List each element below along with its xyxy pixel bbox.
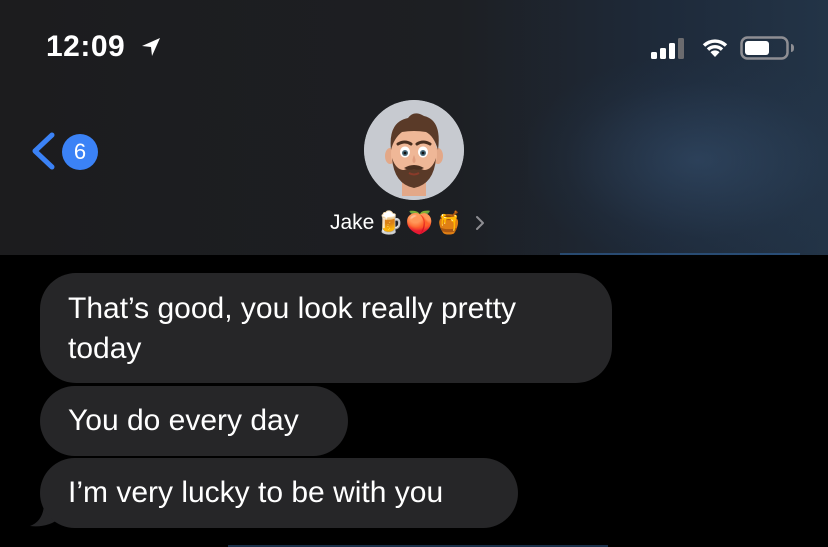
- contact-name: Jake: [330, 211, 375, 234]
- chevron-right-icon: [475, 216, 484, 230]
- chevron-left-icon: [32, 132, 55, 170]
- messages-screen: 12:09 6 Jake 🍺 🍑 🍯 That’s good, you look…: [0, 0, 828, 547]
- cellular-signal-icon: [651, 38, 684, 59]
- conversation-header: 12:09 6 Jake 🍺 🍑 🍯: [0, 0, 828, 260]
- message-text: That’s good, you look really pretty toda…: [68, 292, 517, 365]
- beer-emoji: 🍺: [376, 210, 404, 235]
- memoji-avatar-image: [364, 100, 464, 200]
- header-divider: [560, 253, 800, 255]
- location-arrow-icon: [142, 38, 160, 56]
- honey-pot-emoji: 🍯: [435, 210, 463, 235]
- message-bubble-received[interactable]: You do every day: [40, 386, 348, 456]
- message-text: You do every day: [68, 404, 299, 437]
- wifi-icon: [702, 39, 728, 57]
- contact-name-row[interactable]: Jake 🍺 🍑 🍯: [330, 207, 487, 239]
- peach-emoji: 🍑: [405, 210, 434, 235]
- message-text: I’m very lucky to be with you: [68, 476, 444, 509]
- contact-avatar[interactable]: [364, 100, 464, 200]
- message-bubble-received[interactable]: That’s good, you look really pretty toda…: [40, 273, 612, 383]
- message-bubble-received[interactable]: I’m very lucky to be with you: [40, 458, 518, 528]
- unread-count-badge: 6: [62, 134, 98, 170]
- status-time: 12:09: [46, 30, 126, 63]
- back-button[interactable]: 6: [30, 128, 102, 174]
- header-background-glow: [528, 60, 828, 260]
- battery-icon: [740, 36, 794, 60]
